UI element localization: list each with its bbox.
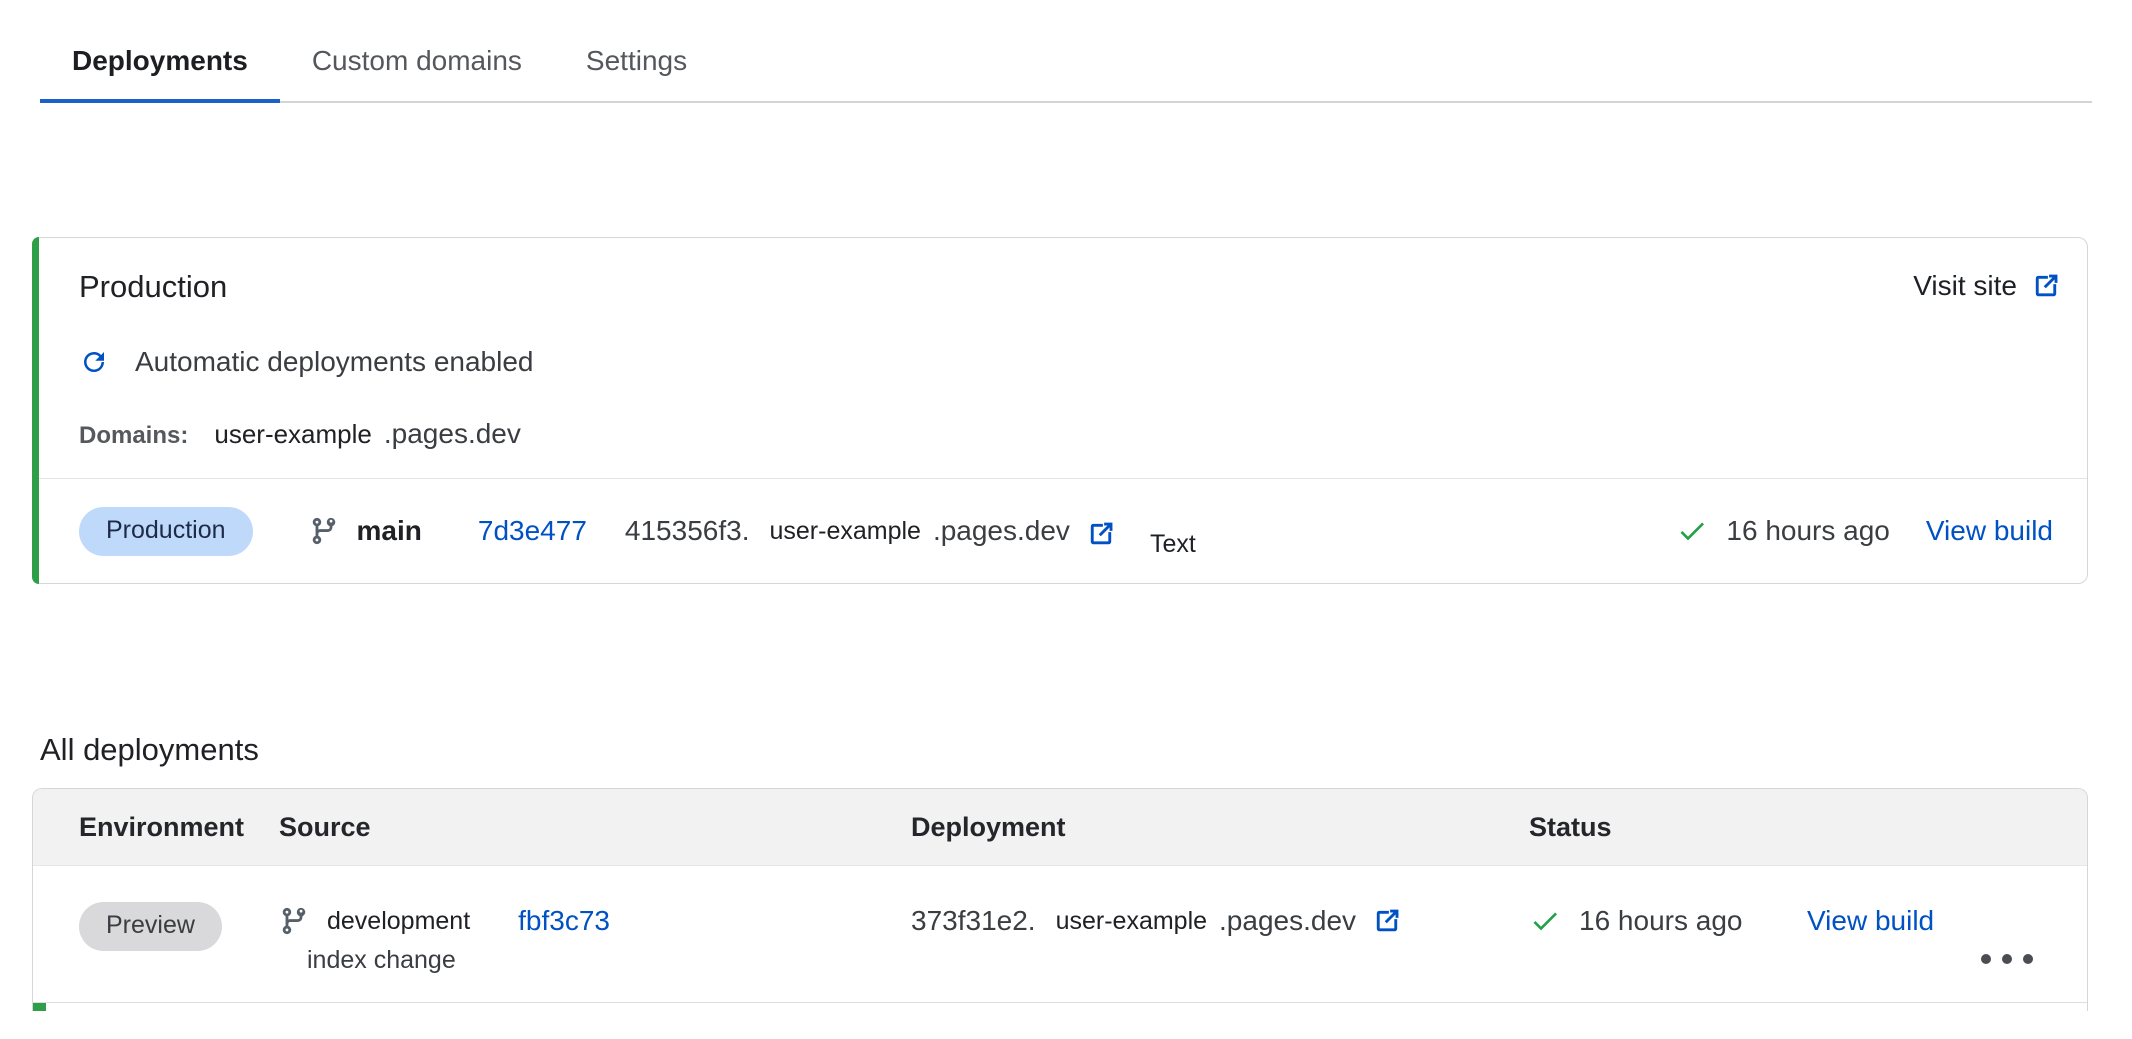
deployments-table: Environment Source Deployment Status Pre… — [32, 788, 2088, 1011]
branch-name: main — [357, 515, 422, 547]
branch-name: development — [327, 907, 470, 936]
deployment-domain: user-example — [1056, 907, 1207, 936]
view-build-link[interactable]: View build — [1807, 905, 1934, 937]
production-accent-bar — [32, 237, 39, 584]
table-header: Environment Source Deployment Status — [33, 789, 2087, 865]
source-cell: development fbf3c73 index change — [279, 866, 911, 1002]
production-deployment-row: Production main 7d3e477 415356f3. user-e… — [33, 478, 2087, 583]
column-deployment: Deployment — [911, 812, 1529, 843]
status-cell: 16 hours ago — [1529, 866, 1807, 1002]
commit-link[interactable]: 7d3e477 — [478, 515, 587, 547]
deploy-time: 16 hours ago — [1726, 515, 1889, 547]
visit-site-label: Visit site — [1913, 270, 2017, 302]
domain-name: user-example — [214, 419, 372, 450]
row-menu-button[interactable] — [1975, 866, 2041, 1002]
tab-deployments[interactable]: Deployments — [40, 27, 280, 101]
deployment-domain: user-example — [769, 517, 920, 546]
deployment-id: 415356f3. — [625, 515, 750, 547]
auto-deploy-text: Automatic deployments enabled — [135, 346, 533, 378]
tab-settings[interactable]: Settings — [554, 27, 719, 101]
deployment-id: 373f31e2. — [911, 905, 1036, 937]
environment-cell: Preview — [79, 866, 279, 1002]
all-deployments-heading: All deployments — [40, 730, 2132, 770]
column-status: Status — [1529, 812, 2041, 843]
deployment-cell: 373f31e2. user-example .pages.dev — [911, 866, 1529, 1002]
production-card: Production Visit site Automatic deploym — [32, 237, 2088, 584]
check-icon — [1676, 515, 1708, 547]
column-source: Source — [279, 812, 911, 843]
domains-label: Domains: — [79, 422, 188, 450]
environment-badge: Production — [79, 507, 253, 556]
git-branch-icon — [309, 516, 339, 546]
next-row-partial — [33, 1002, 2087, 1011]
ellipsis-icon — [1981, 954, 1991, 964]
production-card-title: Production — [79, 268, 227, 306]
deployment-domain-suffix: .pages.dev — [1219, 905, 1356, 937]
refresh-icon — [79, 347, 109, 377]
git-branch-icon — [279, 906, 309, 936]
domain-suffix: .pages.dev — [384, 418, 521, 450]
commit-message: index change — [307, 946, 911, 975]
visit-site-link[interactable]: Visit site — [1913, 270, 2061, 302]
deploy-time: 16 hours ago — [1579, 905, 1742, 937]
view-build-link[interactable]: View build — [1926, 515, 2053, 547]
deployment-external-link[interactable] — [1086, 519, 1116, 549]
column-environment: Environment — [79, 812, 279, 843]
tab-bar: Deployments Custom domains Settings — [40, 27, 2092, 103]
next-row-accent-bar — [33, 1003, 46, 1011]
commit-link[interactable]: fbf3c73 — [518, 905, 610, 937]
text-annotation: Text — [1150, 530, 1196, 559]
deployment-domain-suffix: .pages.dev — [933, 515, 1070, 547]
external-link-icon — [2031, 271, 2061, 301]
table-row: Preview development fbf3c73 index change… — [33, 865, 2087, 1002]
view-build-cell: View build — [1807, 866, 1975, 1002]
ellipsis-icon — [2002, 954, 2012, 964]
check-icon — [1529, 905, 1561, 937]
ellipsis-icon — [2023, 954, 2033, 964]
environment-badge: Preview — [79, 902, 222, 951]
tab-custom-domains[interactable]: Custom domains — [280, 27, 554, 101]
deployment-external-link[interactable] — [1372, 906, 1402, 936]
